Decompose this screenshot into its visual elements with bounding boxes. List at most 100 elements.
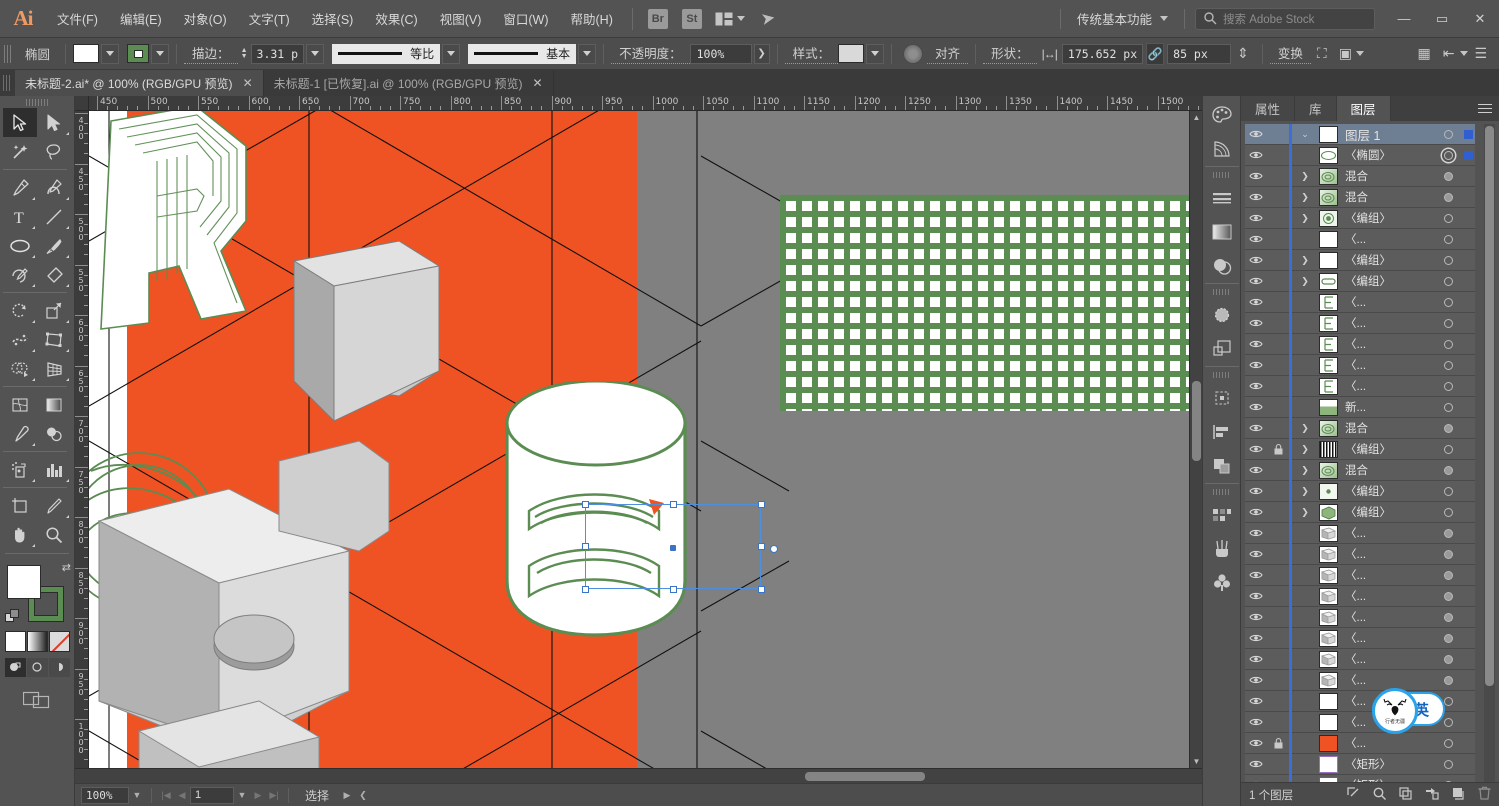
duplicate-layer-icon[interactable] bbox=[1452, 787, 1465, 803]
stroke-weight-input[interactable]: 3.31 p bbox=[250, 43, 305, 64]
gradient-swatch-button[interactable] bbox=[26, 631, 48, 652]
scale-tool[interactable] bbox=[37, 296, 71, 325]
type-tool[interactable]: T bbox=[3, 202, 37, 231]
target-indicator[interactable] bbox=[1435, 129, 1461, 139]
layer-name[interactable]: 〈... bbox=[1340, 231, 1435, 247]
shape-builder-tool[interactable] bbox=[3, 354, 37, 383]
draw-inside-mode[interactable] bbox=[48, 658, 70, 677]
align-flyout-icon[interactable]: ⇤ bbox=[1437, 45, 1461, 62]
layer-row[interactable]: 〈... bbox=[1245, 228, 1475, 250]
default-fill-stroke-icon[interactable] bbox=[5, 609, 20, 627]
target-indicator[interactable] bbox=[1435, 759, 1461, 769]
vertical-scrollbar[interactable]: ▲ ▼ bbox=[1189, 111, 1202, 768]
panel-menu-button[interactable] bbox=[1471, 96, 1499, 121]
tab-bar-grip[interactable] bbox=[3, 75, 12, 91]
layer-row[interactable]: 〈... bbox=[1245, 522, 1475, 544]
target-indicator[interactable] bbox=[1435, 150, 1461, 160]
artboard-tool[interactable] bbox=[3, 491, 37, 520]
layer-row[interactable]: 〈... bbox=[1245, 333, 1475, 355]
target-indicator[interactable] bbox=[1435, 255, 1461, 265]
target-indicator[interactable] bbox=[1435, 171, 1461, 181]
style-dropdown-button[interactable] bbox=[866, 43, 885, 64]
layer-row[interactable]: 〈... bbox=[1245, 354, 1475, 376]
visibility-toggle-icon[interactable] bbox=[1245, 696, 1267, 706]
layer-name[interactable]: 〈... bbox=[1340, 630, 1435, 646]
visibility-toggle-icon[interactable] bbox=[1245, 612, 1267, 622]
width-input[interactable]: 175.652 px bbox=[1061, 43, 1144, 64]
close-icon[interactable]: ✕ bbox=[533, 76, 543, 90]
layer-name[interactable]: 〈编组〉 bbox=[1340, 252, 1435, 268]
dock-group-grip[interactable] bbox=[1212, 172, 1231, 178]
tab-libraries[interactable]: 库 bbox=[1295, 96, 1337, 121]
layer-row[interactable]: 〈... bbox=[1245, 669, 1475, 691]
layer-row[interactable]: ❯ 〈编组〉 bbox=[1245, 501, 1475, 523]
visibility-toggle-icon[interactable] bbox=[1245, 717, 1267, 727]
arrange-grid-icon[interactable]: ▦ bbox=[1411, 45, 1436, 62]
layer-name[interactable]: 〈... bbox=[1340, 567, 1435, 583]
line-segment-tool[interactable] bbox=[37, 202, 71, 231]
horizontal-scrollbar[interactable] bbox=[75, 769, 1189, 783]
constrain-proportions-toggle[interactable]: 🔗 bbox=[1146, 42, 1165, 65]
layer-name[interactable]: 〈... bbox=[1340, 651, 1435, 667]
target-indicator[interactable] bbox=[1435, 780, 1461, 782]
document-tab-1[interactable]: 未标题-2.ai* @ 100% (RGB/GPU 预览) ✕ bbox=[15, 70, 264, 96]
layer-row[interactable]: ❯ 混合 bbox=[1245, 165, 1475, 187]
visibility-toggle-icon[interactable] bbox=[1245, 192, 1267, 202]
tab-layers[interactable]: 图层 bbox=[1336, 96, 1391, 121]
create-new-layer-icon[interactable] bbox=[1425, 787, 1439, 803]
none-swatch-button[interactable] bbox=[48, 631, 70, 652]
layer-row[interactable]: ❯ 混合 bbox=[1245, 186, 1475, 208]
delete-selection-icon[interactable] bbox=[1478, 786, 1491, 803]
dock-group-grip[interactable] bbox=[1212, 372, 1231, 378]
draw-normal-mode[interactable] bbox=[4, 658, 26, 677]
visibility-toggle-icon[interactable] bbox=[1245, 129, 1267, 139]
disclosure-triangle-icon[interactable]: ❯ bbox=[1294, 486, 1316, 497]
menu-item-2[interactable]: 对象(O) bbox=[173, 5, 238, 32]
make-clipping-mask-icon[interactable] bbox=[1373, 787, 1386, 803]
recolor-artwork-icon[interactable] bbox=[903, 43, 924, 64]
target-indicator[interactable] bbox=[1435, 339, 1461, 349]
target-indicator[interactable] bbox=[1435, 612, 1461, 622]
visibility-toggle-icon[interactable] bbox=[1245, 780, 1267, 782]
visibility-toggle-icon[interactable] bbox=[1245, 423, 1267, 433]
visibility-toggle-icon[interactable] bbox=[1245, 339, 1267, 349]
menu-item-1[interactable]: 编辑(E) bbox=[109, 5, 173, 32]
menu-item-7[interactable]: 窗口(W) bbox=[492, 5, 559, 32]
layer-row[interactable]: ❯ 〈编组〉 bbox=[1245, 207, 1475, 229]
target-indicator[interactable] bbox=[1435, 633, 1461, 643]
visibility-toggle-icon[interactable] bbox=[1245, 234, 1267, 244]
stroke-color-swatch[interactable] bbox=[127, 44, 150, 63]
layer-row[interactable]: 〈... bbox=[1245, 564, 1475, 586]
selection-handle-mr[interactable] bbox=[758, 543, 765, 550]
stroke-weight-dropdown[interactable] bbox=[306, 43, 325, 64]
target-indicator[interactable] bbox=[1435, 591, 1461, 601]
layer-name[interactable]: 〈... bbox=[1340, 609, 1435, 625]
layer-row[interactable]: 新... bbox=[1245, 396, 1475, 418]
artboard-dropdown-button[interactable]: ▼ bbox=[234, 787, 250, 804]
free-transform-tool[interactable] bbox=[37, 325, 71, 354]
selection-handle-br[interactable] bbox=[758, 586, 765, 593]
layer-name[interactable]: 混合 bbox=[1340, 189, 1435, 205]
lock-toggle-icon[interactable] bbox=[1267, 737, 1289, 749]
transform-panel-icon[interactable] bbox=[1205, 381, 1239, 415]
layer-row[interactable]: 〈... bbox=[1245, 627, 1475, 649]
artboard-canvas[interactable]: 飞特网 FEVTE.COM bbox=[89, 111, 1189, 768]
layer-row[interactable]: 〈... bbox=[1245, 648, 1475, 670]
direct-selection-tool[interactable] bbox=[37, 108, 71, 137]
symbols-panel-icon[interactable] bbox=[1205, 566, 1239, 600]
horizontal-scroll-thumb[interactable] bbox=[805, 772, 925, 781]
visibility-toggle-icon[interactable] bbox=[1245, 318, 1267, 328]
graphic-style-swatch[interactable] bbox=[838, 44, 865, 63]
visibility-toggle-icon[interactable] bbox=[1245, 276, 1267, 286]
column-graph-tool[interactable] bbox=[37, 455, 71, 484]
layer-row[interactable]: 〈... bbox=[1245, 543, 1475, 565]
layer-row[interactable]: ❯ 〈编组〉 bbox=[1245, 270, 1475, 292]
fill-color-indicator[interactable] bbox=[7, 565, 41, 599]
target-indicator[interactable] bbox=[1435, 297, 1461, 307]
lasso-tool[interactable] bbox=[37, 137, 71, 166]
zoom-level-input[interactable]: 100% bbox=[81, 786, 129, 804]
ime-logo-circle[interactable]: 行者无疆 bbox=[1372, 688, 1418, 734]
disclosure-triangle-icon[interactable]: ❯ bbox=[1294, 444, 1316, 455]
selection-handle-tc[interactable] bbox=[670, 501, 677, 508]
disclosure-triangle-icon[interactable]: ❯ bbox=[1294, 423, 1316, 434]
